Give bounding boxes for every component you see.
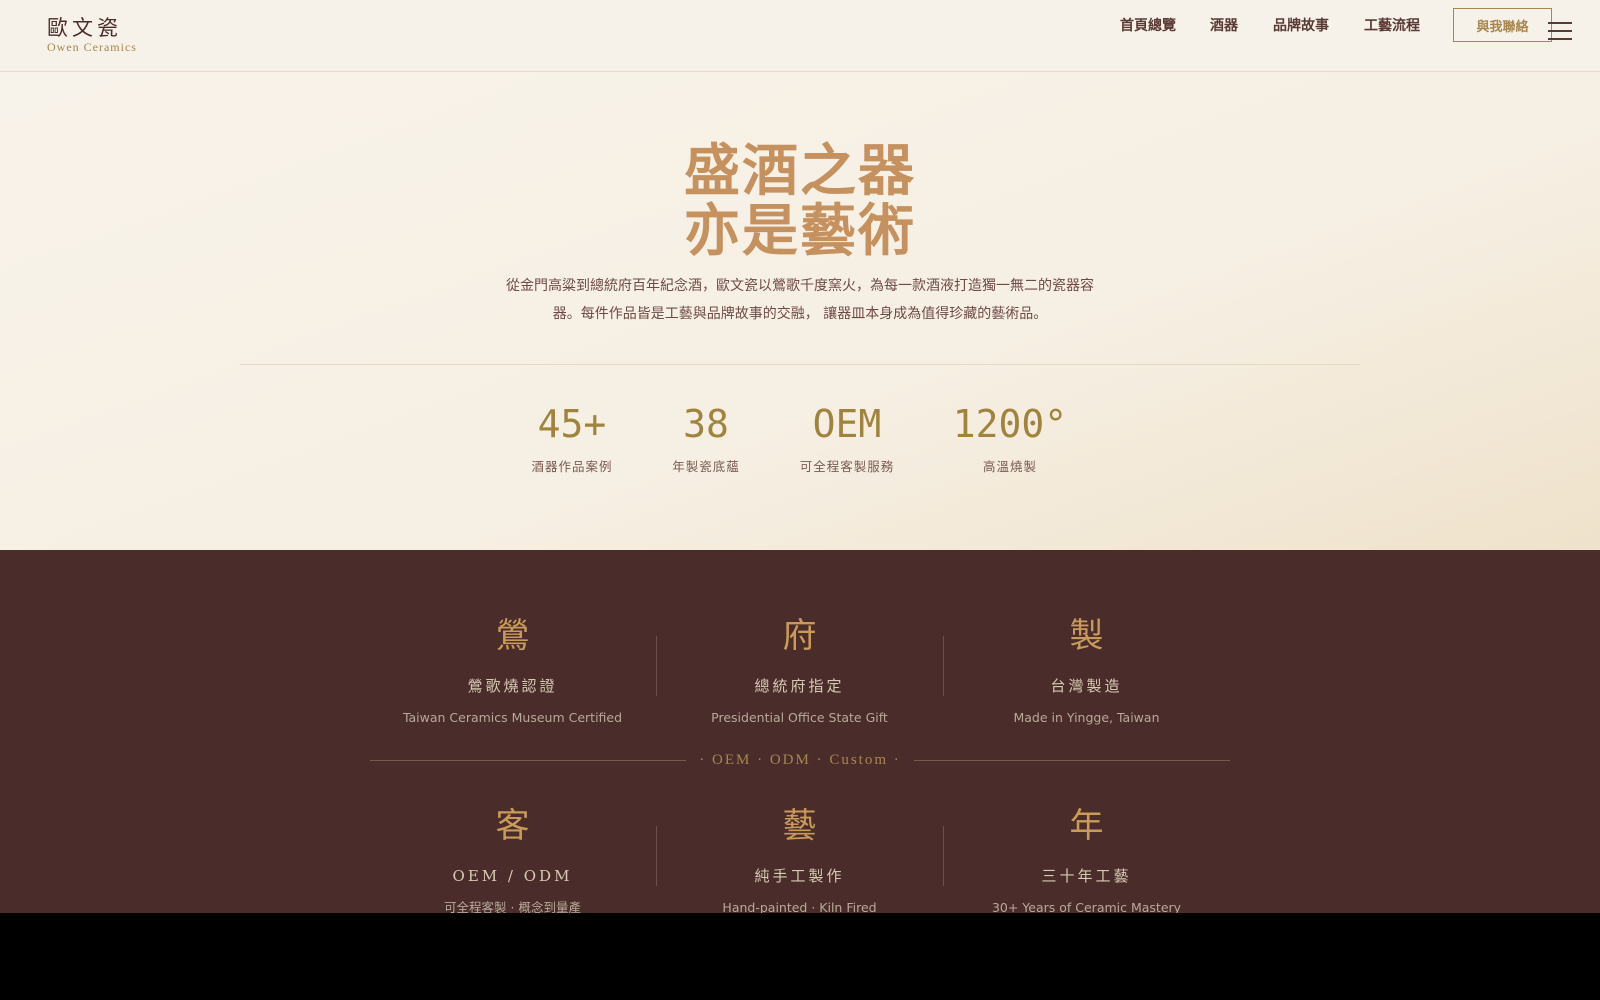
stat-value: 38 [683, 402, 729, 446]
feature-char: 府 [782, 616, 817, 656]
hero-title-line1: 盛酒之器 [684, 139, 916, 204]
feature-subtitle: Hand-painted · Kiln Fired [722, 900, 877, 913]
stat-label: 酒器作品案例 [531, 459, 613, 474]
hero-divider [240, 364, 1360, 365]
logo-chinese: 歐文瓷 [47, 16, 122, 40]
nav-brand-story[interactable]: 品牌故事 [1273, 15, 1329, 35]
feature-char: 客 [495, 806, 530, 846]
feature-presidential: 府 總統府指定 Presidential Office State Gift [656, 616, 943, 727]
hero-description-line2: 器。每件作品皆是工藝與品牌故事的交融， 讓器皿本身成為值得珍藏的藝術品。 [552, 306, 1048, 322]
nav-craft-process[interactable]: 工藝流程 [1364, 15, 1420, 35]
feature-taiwan-made: 製 台灣製造 Made in Yingge, Taiwan [943, 616, 1230, 727]
oem-divider-right [914, 760, 1230, 761]
feature-char: 鶯 [495, 616, 530, 656]
nav-wine-vessels[interactable]: 酒器 [1210, 15, 1238, 35]
feature-title: 台灣製造 [1050, 677, 1123, 695]
feature-title: 總統府指定 [754, 677, 845, 695]
feature-char: 年 [1069, 806, 1104, 846]
menu-icon[interactable] [1548, 22, 1574, 40]
feature-mastery: 年 三十年工藝 30+ Years of Ceramic Mastery [943, 806, 1230, 913]
feature-subtitle: 30+ Years of Ceramic Mastery [991, 900, 1182, 913]
stat-oem: OEM 可全程客製服務 [787, 402, 907, 475]
hero-title-line2: 亦是藝術 [684, 199, 916, 264]
feature-yingge: 鶯 鶯歌燒認證 Taiwan Ceramics Museum Certified [369, 616, 656, 727]
feature-title: 純手工製作 [754, 867, 845, 885]
logo[interactable]: 歐文瓷 Owen Ceramics [47, 16, 137, 54]
stat-label: 可全程客製服務 [799, 459, 895, 474]
oem-divider-left [370, 760, 686, 761]
stat-label: 年製瓷底蘊 [672, 459, 740, 474]
oem-divider-text: · OEM · ODM · Custom · [699, 752, 901, 768]
feature-subtitle: Presidential Office State Gift [711, 710, 888, 725]
feature-char: 製 [1069, 616, 1104, 656]
stat-value: OEM [812, 402, 882, 446]
page: 歐文瓷 Owen Ceramics 首頁總覽 酒器 品牌故事 工藝流程 與我聯絡… [0, 0, 1600, 913]
logo-english: Owen Ceramics [47, 40, 137, 54]
nav-home[interactable]: 首頁總覽 [1120, 15, 1176, 35]
feature-subtitle: 可全程客製 · 概念到量產 [444, 900, 581, 913]
feature-subtitle: Taiwan Ceramics Museum Certified [402, 710, 623, 725]
feature-title: 三十年工藝 [1041, 867, 1132, 885]
feature-handmade: 藝 純手工製作 Hand-painted · Kiln Fired [656, 806, 943, 913]
feature-custom: 客 OEM / ODM 可全程客製 · 概念到量產 [369, 806, 656, 913]
feature-title: OEM / ODM [452, 867, 573, 885]
stat-value: 45+ [537, 402, 607, 446]
stat-cases: 45+ 酒器作品案例 [517, 402, 627, 475]
feature-subtitle: Made in Yingge, Taiwan [1013, 710, 1160, 725]
credentials-section: 鶯 鶯歌燒認證 Taiwan Ceramics Museum Certified… [0, 550, 1600, 913]
contact-button[interactable]: 與我聯絡 [1453, 8, 1552, 42]
feature-char: 藝 [782, 806, 817, 846]
feature-title: 鶯歌燒認證 [467, 677, 558, 695]
stat-years: 38 年製瓷底蘊 [656, 402, 756, 475]
stat-label: 高溫燒製 [982, 459, 1037, 474]
hero-description: 從金門高粱到總統府百年紀念酒，歐文瓷以鶯歌千度窯火，為每一款酒液打造獨一無二的瓷… [480, 272, 1120, 328]
stat-value: 1200° [952, 402, 1068, 446]
site-header: 歐文瓷 Owen Ceramics 首頁總覽 酒器 品牌故事 工藝流程 與我聯絡 [0, 0, 1600, 72]
hero-description-line1: 從金門高粱到總統府百年紀念酒，歐文瓷以鶯歌千度窯火，為每一款酒液打造獨一無二的瓷… [506, 278, 1094, 294]
hero-section: 盛酒之器 亦是藝術 從金門高粱到總統府百年紀念酒，歐文瓷以鶯歌千度窯火，為每一款… [0, 72, 1600, 550]
stat-temperature: 1200° 高溫燒製 [940, 402, 1080, 475]
